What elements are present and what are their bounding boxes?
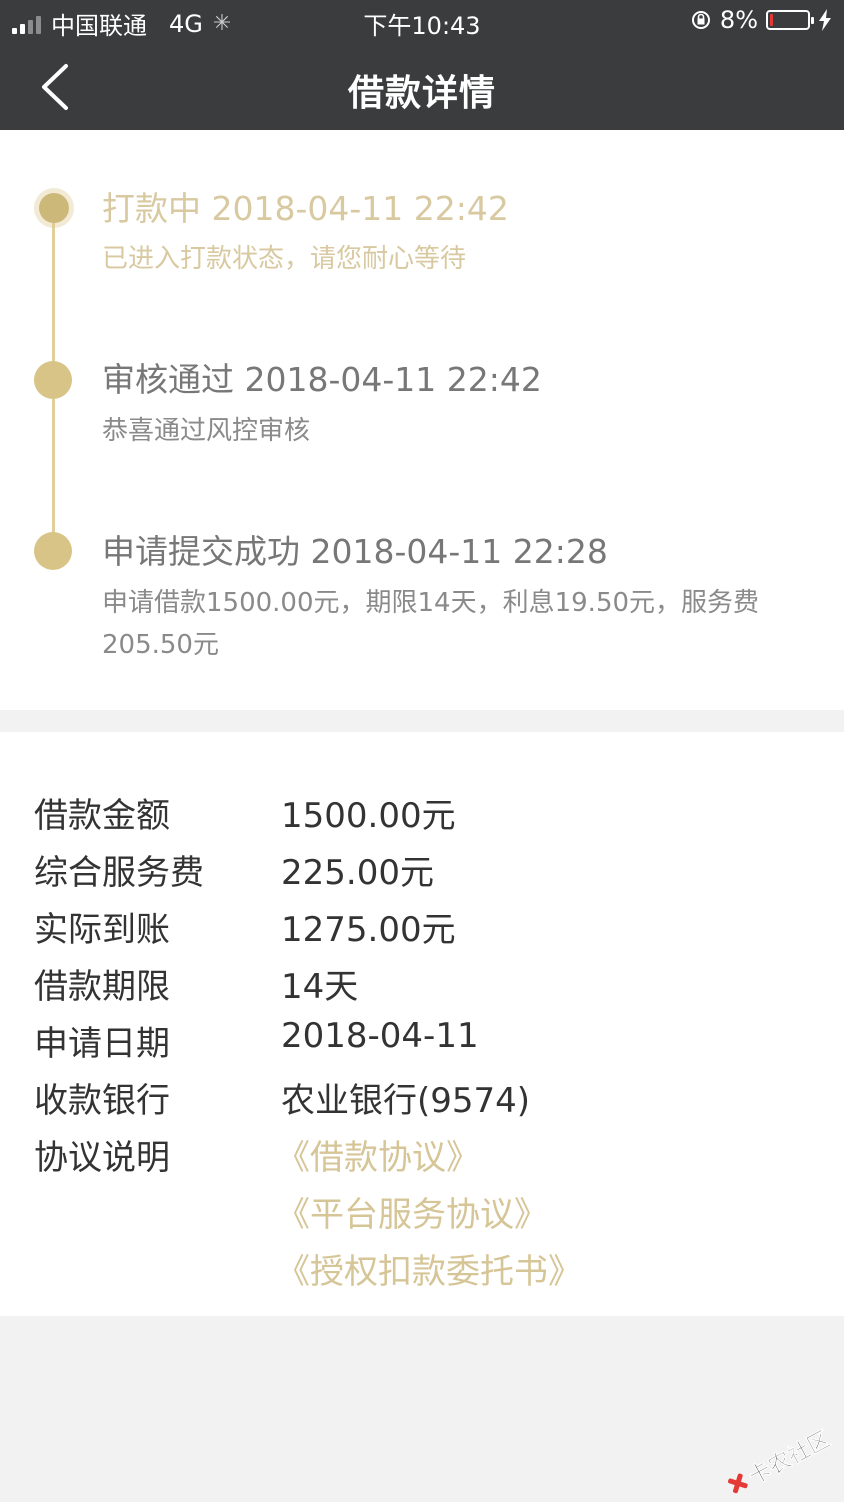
detail-label: 收款银行 — [34, 1081, 170, 1121]
timeline-step-desc: 恭喜通过风控审核 — [102, 416, 311, 446]
loan-agreement-link[interactable]: 《借款协议》 — [276, 1130, 480, 1179]
status-right: 8% — [690, 6, 832, 34]
detail-label: 借款金额 — [34, 796, 170, 836]
detail-label: 综合服务费 — [34, 853, 204, 893]
battery-icon — [766, 10, 814, 30]
orientation-lock-icon — [691, 11, 710, 29]
status-bar: 中国联通 4G ✳ 下午10:43 8% — [0, 0, 844, 44]
detail-value: 225.00元 — [281, 853, 434, 893]
detail-label: 协议说明 — [34, 1138, 170, 1178]
detail-row-actual-received: 实际到账 1275.00元 — [0, 896, 844, 953]
timeline-step-desc: 已进入打款状态，请您耐心等待 — [102, 244, 467, 274]
timeline-step-desc: 申请借款1500.00元，期限14天，利息19.50元，服务费205.50元 — [102, 588, 760, 660]
battery-fill — [770, 14, 773, 26]
timeline-step-title: 申请提交成功 2018-04-11 22:28 — [102, 532, 608, 571]
watermark-logo-icon — [724, 1470, 751, 1497]
debit-authorization-link[interactable]: 《授权扣款委托书》 — [276, 1244, 582, 1293]
watermark-text: 卡农社区 — [745, 1426, 835, 1491]
loan-status-timeline: 打款中 2018-04-11 22:42 已进入打款状态，请您耐心等待 审核通过… — [0, 130, 844, 710]
detail-value: 14天 — [281, 967, 359, 1007]
charging-bolt-icon — [819, 9, 831, 31]
watermark: 卡农社区 — [721, 1422, 835, 1502]
timeline-dot — [34, 532, 72, 570]
timeline-dot-active — [39, 193, 69, 223]
battery-percent: 8% — [719, 6, 758, 34]
detail-label: 实际到账 — [34, 910, 170, 950]
detail-value: 1500.00元 — [281, 796, 456, 836]
detail-value: 农业银行(9574) — [281, 1081, 531, 1121]
platform-service-agreement-link[interactable]: 《平台服务协议》 — [276, 1187, 548, 1236]
detail-value: 1275.00元 — [281, 910, 456, 950]
detail-row-loan-amount: 借款金额 1500.00元 — [0, 782, 844, 839]
timeline-step-title: 打款中 2018-04-11 22:42 — [102, 189, 509, 228]
detail-row-apply-date: 申请日期 2018-04-11 — [0, 1010, 844, 1067]
detail-value: 2018-04-11 — [281, 1016, 479, 1056]
detail-label: 申请日期 — [34, 1024, 170, 1064]
detail-label: 借款期限 — [34, 967, 170, 1007]
timeline-step-title: 审核通过 2018-04-11 22:42 — [102, 360, 542, 399]
page-title: 借款详情 — [347, 73, 496, 114]
navigation-bar: 借款详情 — [0, 44, 844, 130]
detail-row-bank: 收款银行 农业银行(9574) — [0, 1067, 844, 1124]
timeline-dot — [34, 361, 72, 399]
detail-row-loan-term: 借款期限 14天 — [0, 953, 844, 1010]
detail-row-service-fee: 综合服务费 225.00元 — [0, 839, 844, 896]
loan-details: 借款金额 1500.00元 综合服务费 225.00元 实际到账 1275.00… — [0, 732, 844, 1316]
